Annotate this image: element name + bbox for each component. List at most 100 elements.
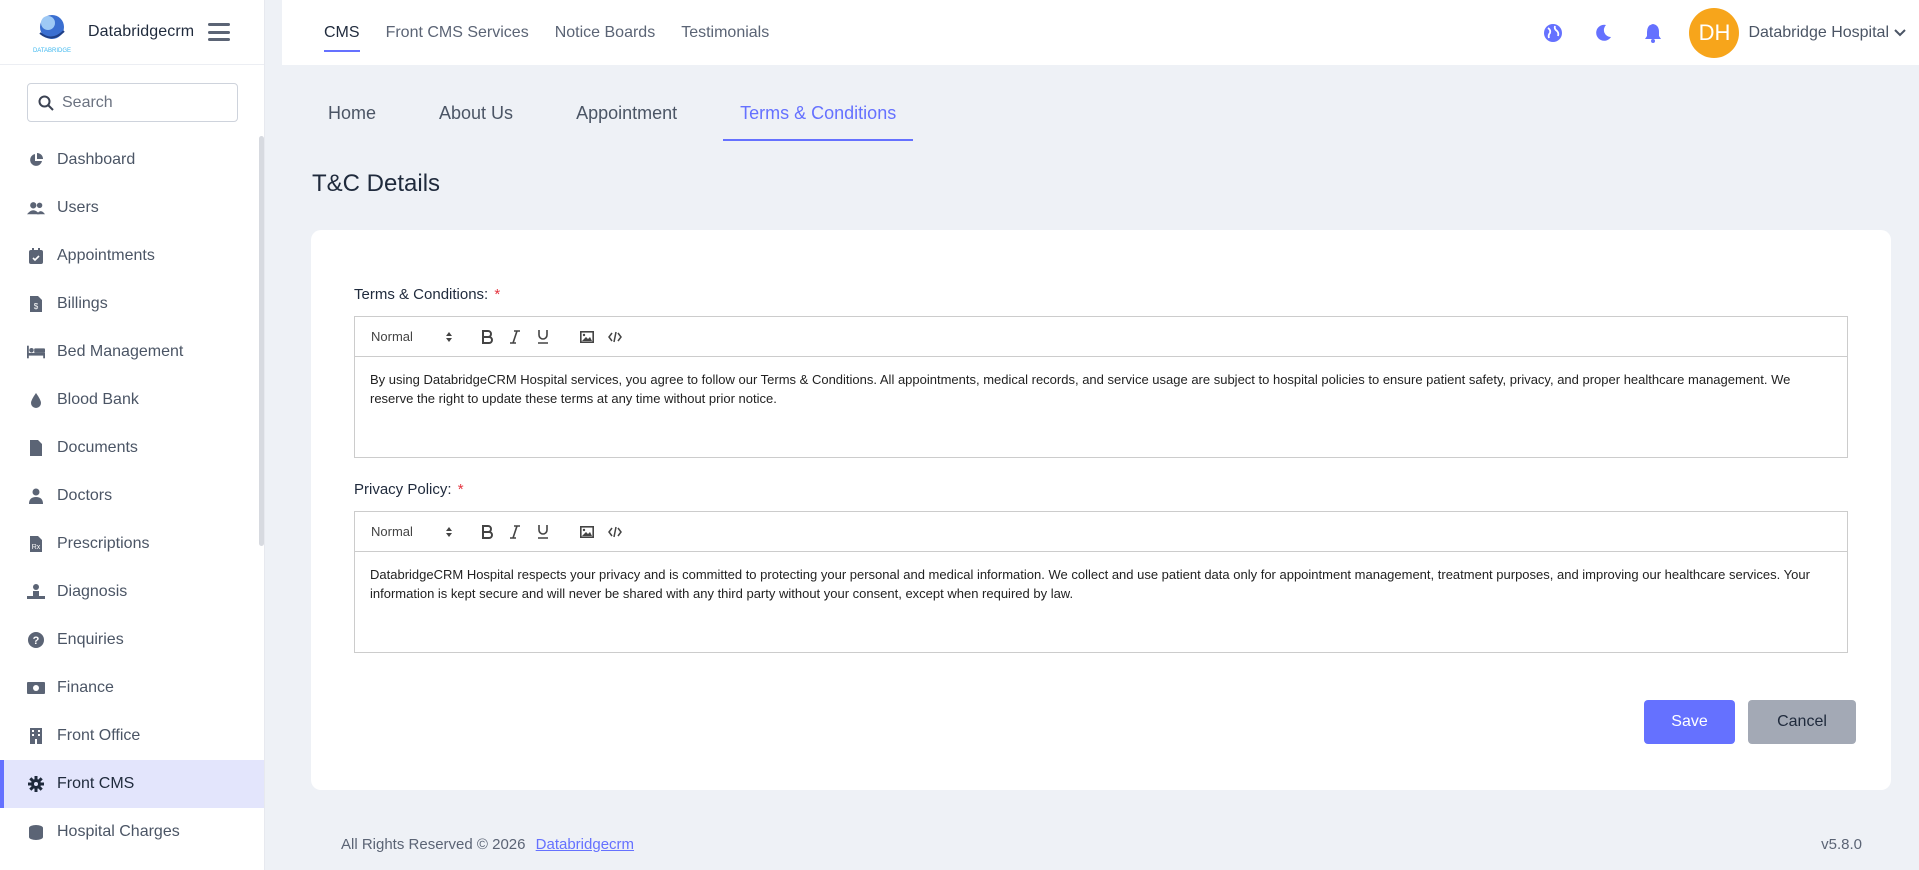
sidebar-item-doctors[interactable]: Doctors: [0, 472, 264, 520]
sidebar-item-bed-management[interactable]: Bed Management: [0, 328, 264, 376]
users-icon: [27, 199, 45, 217]
editor-toolbar: Normal: [355, 512, 1847, 552]
question-circle-icon: ?: [27, 631, 45, 649]
required-mark: *: [457, 481, 464, 498]
pie-chart-icon: [27, 151, 45, 169]
user-menu[interactable]: Databridge Hospital: [1748, 24, 1919, 42]
tab-about-us[interactable]: About Us: [422, 93, 530, 141]
logo-caption: DATABRIDGE: [33, 48, 71, 54]
privacy-editor: Normal DatabridgeCRM Hospital respects y…: [354, 511, 1848, 653]
format-picker[interactable]: Normal: [371, 524, 457, 539]
droplet-icon: [27, 391, 45, 409]
terms-label-text: Terms & Conditions:: [354, 286, 489, 303]
privacy-content[interactable]: DatabridgeCRM Hospital respects your pri…: [355, 552, 1847, 616]
sidebar-item-diagnosis[interactable]: Diagnosis: [0, 568, 264, 616]
tab-home[interactable]: Home: [311, 93, 393, 141]
updown-icon: [446, 331, 452, 342]
calendar-check-icon: [27, 247, 45, 265]
sidebar-item-billings[interactable]: $ Billings: [0, 280, 264, 328]
code-icon[interactable]: [601, 520, 629, 544]
sidebar-item-label: Dashboard: [57, 151, 136, 168]
topbar-actions: DH Databridge Hospital: [1515, 0, 1919, 65]
code-icon[interactable]: [601, 325, 629, 349]
menu-toggle-icon[interactable]: [208, 23, 231, 41]
cancel-button[interactable]: Cancel: [1748, 700, 1856, 744]
sidebar-item-enquiries[interactable]: ? Enquiries: [0, 616, 264, 664]
sidebar-item-label: Diagnosis: [57, 583, 128, 600]
sidebar-item-front-cms[interactable]: Front CMS: [0, 760, 264, 808]
sidebar-item-dashboard[interactable]: Dashboard: [0, 136, 264, 184]
topbar: CMS Front CMS Services Notice Boards Tes…: [282, 0, 1919, 65]
search-input[interactable]: [62, 93, 222, 112]
terms-content[interactable]: By using DatabridgeCRM Hospital services…: [355, 357, 1847, 421]
diagnosis-icon: [27, 583, 45, 601]
search-icon: [38, 95, 54, 111]
sidebar-item-hospital-charges[interactable]: Hospital Charges: [0, 808, 264, 856]
prescription-icon: Rx: [27, 535, 45, 553]
building-icon: [27, 727, 45, 745]
avatar[interactable]: DH: [1689, 7, 1740, 58]
updown-icon: [446, 526, 452, 537]
sidebar-item-label: Finance: [57, 679, 114, 696]
image-icon[interactable]: [573, 325, 601, 349]
top-nav-notice-boards[interactable]: Notice Boards: [555, 20, 656, 46]
app-version: v5.8.0: [1821, 836, 1862, 853]
cms-tabs: Home About Us Appointment Terms & Condit…: [311, 93, 942, 141]
bold-icon[interactable]: [473, 325, 501, 349]
globe-icon[interactable]: [1541, 21, 1565, 45]
sidebar-item-front-office[interactable]: Front Office: [0, 712, 264, 760]
svg-text:Rx: Rx: [32, 544, 41, 551]
sidebar-item-label: Prescriptions: [57, 535, 150, 552]
bell-icon[interactable]: [1641, 21, 1665, 45]
user-name: Databridge Hospital: [1748, 23, 1889, 41]
sidebar-item-prescriptions[interactable]: Rx Prescriptions: [0, 520, 264, 568]
sidebar-item-finance[interactable]: Finance: [0, 664, 264, 712]
file-invoice-icon: $: [27, 295, 45, 313]
svg-text:?: ?: [33, 635, 40, 647]
underline-icon[interactable]: [529, 520, 557, 544]
money-bill-icon: [27, 679, 45, 697]
sidebar-item-label: Documents: [57, 439, 138, 456]
sidebar-scrollbar[interactable]: [259, 136, 264, 546]
coins-icon: [27, 823, 45, 841]
copyright-text: All Rights Reserved © 2026: [341, 836, 526, 853]
format-picker[interactable]: Normal: [371, 329, 457, 344]
footer: All Rights Reserved © 2026 Databridgecrm: [341, 836, 634, 853]
logo[interactable]: DATABRIDGE: [26, 8, 78, 56]
tab-appointment[interactable]: Appointment: [559, 93, 694, 141]
form-card: Terms & Conditions: * Normal By using Da…: [311, 230, 1891, 790]
sidebar-item-label: Front CMS: [57, 775, 135, 792]
sidebar-item-label: Appointments: [57, 247, 155, 264]
sidebar-item-label: Blood Bank: [57, 391, 139, 408]
image-icon[interactable]: [573, 520, 601, 544]
privacy-label-text: Privacy Policy:: [354, 481, 452, 498]
sidebar-item-label: Doctors: [57, 487, 113, 504]
sidebar-item-label: Front Office: [57, 727, 141, 744]
file-icon: [27, 439, 45, 457]
format-picker-value: Normal: [371, 329, 413, 344]
sidebar-item-blood-bank[interactable]: Blood Bank: [0, 376, 264, 424]
chevron-down-icon: [1894, 28, 1906, 36]
top-nav-front-cms-services[interactable]: Front CMS Services: [386, 20, 529, 46]
terms-editor: Normal By using DatabridgeCRM Hospital s…: [354, 316, 1848, 458]
sidebar-item-users[interactable]: Users: [0, 184, 264, 232]
sidebar-item-documents[interactable]: Documents: [0, 424, 264, 472]
bed-icon: [27, 343, 45, 361]
sidebar-item-label: Bed Management: [57, 343, 184, 360]
moon-icon[interactable]: [1591, 21, 1615, 45]
sidebar-nav: Dashboard Users Appointments $ Billings …: [0, 136, 264, 856]
top-nav-testimonials[interactable]: Testimonials: [681, 20, 769, 46]
footer-link[interactable]: Databridgecrm: [536, 836, 634, 853]
top-nav-cms[interactable]: CMS: [324, 20, 360, 52]
sidebar-item-appointments[interactable]: Appointments: [0, 232, 264, 280]
italic-icon[interactable]: [501, 520, 529, 544]
tab-terms-conditions[interactable]: Terms & Conditions: [723, 93, 914, 141]
save-button[interactable]: Save: [1644, 700, 1735, 744]
sidebar-item-label: Users: [57, 199, 99, 216]
format-picker-value: Normal: [371, 524, 413, 539]
bold-icon[interactable]: [473, 520, 501, 544]
required-mark: *: [494, 286, 501, 303]
top-nav: CMS Front CMS Services Notice Boards Tes…: [324, 0, 795, 65]
underline-icon[interactable]: [529, 325, 557, 349]
italic-icon[interactable]: [501, 325, 529, 349]
